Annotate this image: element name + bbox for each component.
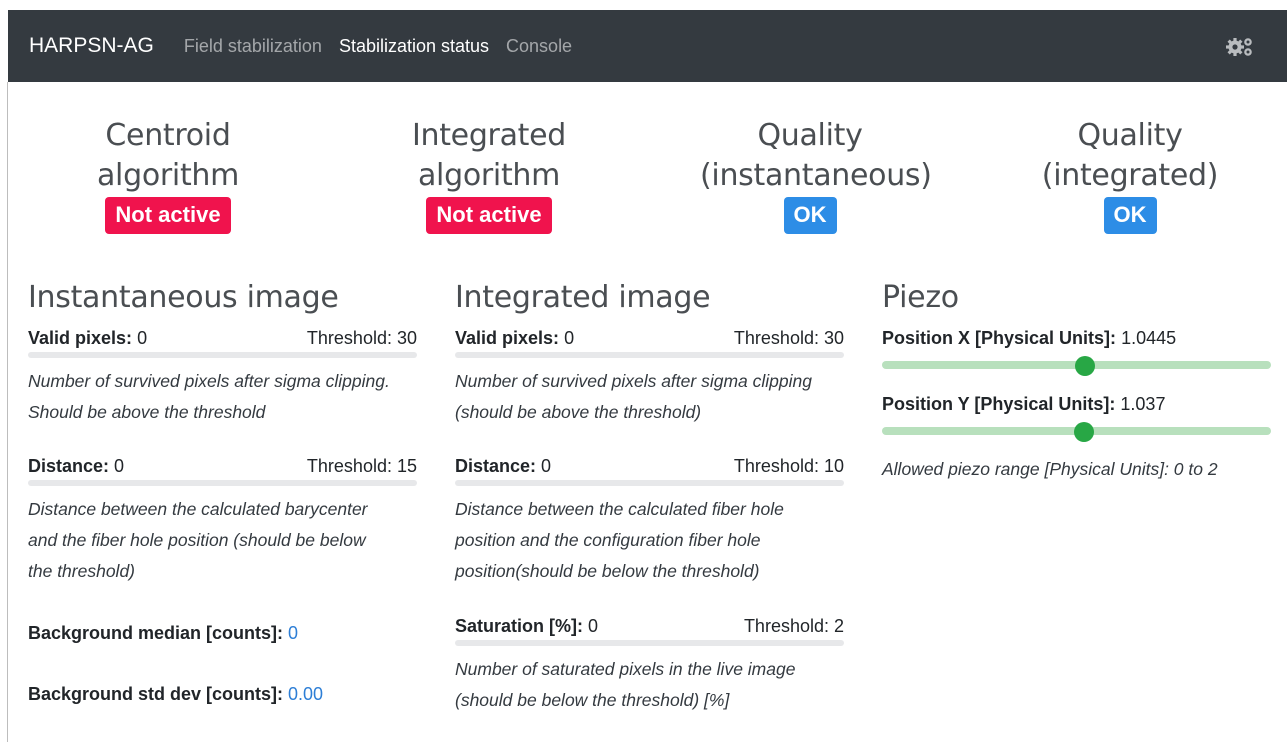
integrated-title-line1: Integrated [411, 118, 567, 153]
bg-std-label: Background std dev [counts]: [28, 684, 284, 704]
int-distance-label: Distance: [455, 456, 537, 476]
bg-median-row: Background median [counts]: 0 [28, 621, 417, 645]
inst-distance-value: 0 [114, 456, 125, 476]
bg-median-label: Background median [counts]: [28, 623, 284, 643]
integrated-column: Integrated image Valid pixels: 0 Thresho… [455, 280, 844, 716]
nav-link-console[interactable]: Console [506, 36, 572, 57]
int-distance-desc: Distance between the calculated fiber ho… [455, 499, 784, 581]
inst-valid-pixels-bar [28, 352, 417, 358]
int-distance-row: Distance: 0 Threshold: 10 [455, 454, 844, 478]
quality-inst-title-line1: Quality [757, 118, 863, 153]
int-valid-pixels-bar [455, 352, 844, 358]
inst-distance-desc: Distance between the calculated barycent… [28, 499, 368, 581]
status-quality-integrated: Quality (integrated) OK [985, 116, 1275, 234]
int-distance-threshold: Threshold: 10 [733, 456, 844, 476]
saturation-value: 0 [588, 616, 599, 636]
int-valid-pixels-desc: Number of survived pixels after sigma cl… [455, 371, 812, 422]
piezo-x-label: Position X [Physical Units]: [882, 328, 1117, 348]
inst-valid-pixels-value: 0 [137, 328, 148, 348]
integrated-title-line2: algorithm [417, 158, 561, 193]
nav-link-stabilization-status[interactable]: Stabilization status [339, 36, 489, 57]
window-left-edge [0, 82, 8, 742]
instantaneous-title: Instantaneous image [28, 280, 339, 315]
quality-inst-title-line2: (instantaneous) [700, 158, 932, 193]
inst-valid-pixels-label: Valid pixels: [28, 328, 133, 348]
piezo-x-value: 1.0445 [1121, 328, 1177, 348]
integrated-status-badge: Not active [426, 197, 552, 234]
centroid-status-badge: Not active [105, 197, 231, 234]
piezo-column: Piezo Position X [Physical Units]: 1.044… [882, 280, 1271, 485]
inst-valid-pixels-desc: Number of survived pixels after sigma cl… [28, 371, 390, 422]
instantaneous-column: Instantaneous image Valid pixels: 0 Thre… [28, 280, 417, 706]
centroid-title: Centroid algorithm [96, 118, 240, 193]
saturation-label: Saturation [%]: [455, 616, 583, 636]
piezo-y-value: 1.037 [1120, 394, 1166, 414]
bg-median-value: 0 [288, 623, 299, 643]
inst-distance-threshold: Threshold: 15 [306, 456, 417, 476]
saturation-bar [455, 640, 844, 646]
status-integrated: Integrated algorithm Not active [399, 116, 579, 234]
inst-distance-bar [28, 480, 417, 486]
int-valid-pixels-label: Valid pixels: [455, 328, 560, 348]
top-navbar: HARPSN-AG Field stabilization Stabilizat… [8, 10, 1287, 82]
inst-valid-pixels-threshold: Threshold: 30 [306, 328, 417, 348]
piezo-y-slider[interactable] [882, 422, 1271, 442]
quality-int-title: Quality (integrated) [1041, 118, 1219, 193]
piezo-y-slider-thumb[interactable] [1073, 422, 1094, 442]
bg-std-row: Background std dev [counts]: 0.00 [28, 682, 417, 706]
piezo-y-label: Position Y [Physical Units]: [882, 394, 1116, 414]
status-centroid: Centroid algorithm Not active [30, 116, 306, 234]
int-distance-value: 0 [541, 456, 552, 476]
status-quality-instantaneous: Quality (instantaneous) OK [700, 116, 932, 234]
quality-int-status-badge: OK [1103, 197, 1157, 234]
gears-icon[interactable] [1225, 35, 1257, 57]
quality-inst-status-badge: OK [783, 197, 837, 234]
int-valid-pixels-row: Valid pixels: 0 Threshold: 30 [455, 326, 844, 350]
piezo-range-note: Allowed piezo range [Physical Units]: 0 … [882, 459, 1218, 479]
int-distance-bar [455, 480, 844, 486]
inst-valid-pixels-row: Valid pixels: 0 Threshold: 30 [28, 326, 417, 350]
int-valid-pixels-threshold: Threshold: 30 [733, 328, 844, 348]
piezo-x-row: Position X [Physical Units]: 1.0445 [882, 326, 1271, 350]
int-valid-pixels-value: 0 [564, 328, 575, 348]
piezo-y-row: Position Y [Physical Units]: 1.037 [882, 392, 1271, 416]
bg-std-value: 0.00 [288, 684, 324, 704]
brand[interactable]: HARPSN-AG [29, 34, 154, 58]
saturation-threshold: Threshold: 2 [743, 616, 844, 636]
saturation-row: Saturation [%]: 0 Threshold: 2 [455, 614, 844, 638]
integrated-image-title: Integrated image [455, 280, 711, 315]
inst-distance-label: Distance: [28, 456, 110, 476]
piezo-x-slider[interactable] [882, 356, 1271, 376]
inst-distance-row: Distance: 0 Threshold: 15 [28, 454, 417, 478]
saturation-desc: Number of saturated pixels in the live i… [455, 659, 796, 710]
nav-link-field-stabilization[interactable]: Field stabilization [184, 36, 322, 57]
piezo-title: Piezo [882, 280, 959, 315]
piezo-x-slider-thumb[interactable] [1075, 356, 1096, 376]
